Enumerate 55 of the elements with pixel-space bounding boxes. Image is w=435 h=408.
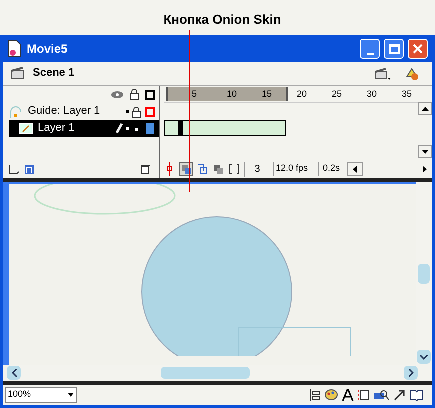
elapsed-time: 0.2s [318,162,344,176]
shapes-icon [405,66,421,80]
frame-number: 10 [227,88,238,100]
onion-skin-button[interactable] [179,162,193,176]
minimize-button[interactable] [360,38,380,58]
close-button[interactable] [408,38,428,58]
movie-explorer-icon[interactable] [374,389,390,401]
outline-icon [145,90,155,100]
layer-row[interactable]: Layer 1 [9,120,159,137]
clapperboard-icon [11,67,25,80]
frame-number: 15 [262,88,272,100]
layer-row[interactable]: Guide: Layer 1 [9,103,159,120]
trash-icon[interactable] [140,164,151,174]
scroll-down-arrow[interactable] [417,350,431,364]
frame-number: 5 [192,88,198,100]
window-title: Movie5 [27,40,69,58]
layer-color-swatch[interactable] [145,106,155,116]
book-icon[interactable] [410,389,424,401]
close-icon [413,44,423,54]
maximize-button[interactable] [384,38,404,58]
edit-multiple-frames-button[interactable] [211,162,225,176]
callout-label: Кнопка Onion Skin [164,10,282,29]
clapperboard-icon [375,66,391,80]
onion-outlines-button[interactable] [195,162,209,176]
zoom-dropdown[interactable]: 100% [5,387,77,403]
document-icon [7,40,23,58]
palette-icon[interactable] [325,389,338,401]
frame-number: 35 [402,88,412,100]
frame-number: 20 [297,88,308,100]
scene-name: Scene 1 [33,66,76,82]
pencil-icon [115,122,123,134]
scroll-right-arrow[interactable] [404,366,418,380]
arrow-icon[interactable] [394,389,406,401]
instance-icon[interactable] [358,389,370,401]
add-guide-icon[interactable] [24,164,35,174]
lock-icon[interactable] [132,106,141,118]
lock-icon [130,89,139,100]
modify-markers-button[interactable] [227,162,241,176]
eye-icon [111,90,124,98]
scroll-thumb[interactable] [418,264,430,284]
vertical-scrollbar[interactable] [416,182,432,365]
text-icon[interactable] [342,389,354,401]
scroll-thumb[interactable] [161,367,250,379]
align-icon[interactable] [309,389,321,401]
caret-icon [68,393,74,397]
frame-number: 25 [332,88,342,100]
layer-icon [19,122,35,134]
frame-rate: 12.0 fps [273,162,315,176]
horizontal-scrollbar[interactable] [3,365,432,385]
playhead-frame [178,120,183,136]
add-layer-icon[interactable] [9,164,20,174]
current-frame: 3 [244,162,270,176]
layer-color-swatch[interactable] [146,123,154,134]
scroll-left-arrow[interactable] [7,366,21,380]
frame-number: 30 [367,88,378,100]
